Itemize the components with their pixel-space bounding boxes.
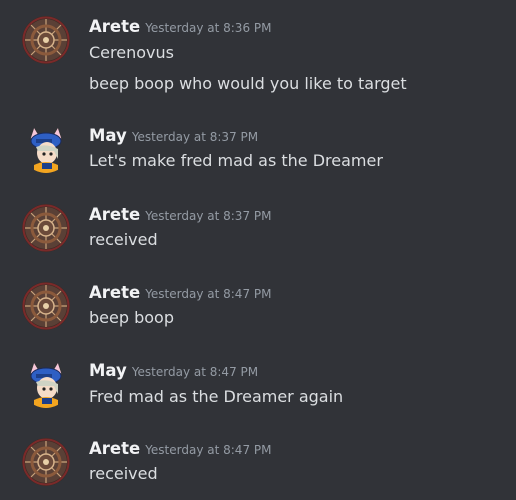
- message-header: May Yesterday at 8:37 PM: [89, 125, 258, 147]
- message-text: beep boop who would you like to target: [89, 74, 407, 93]
- author-name[interactable]: Arete: [89, 283, 140, 302]
- kaleidoscope-avatar[interactable]: [22, 438, 70, 486]
- anime-cat-girl-avatar[interactable]: [22, 125, 70, 173]
- message-timestamp[interactable]: Yesterday at 8:47 PM: [145, 287, 271, 301]
- message-text: received: [89, 464, 158, 483]
- author-name[interactable]: Arete: [89, 439, 140, 458]
- message-text: Cerenovus: [89, 43, 174, 62]
- anime-cat-girl-avatar[interactable]: [22, 360, 70, 408]
- author-name[interactable]: Arete: [89, 17, 140, 36]
- author-name[interactable]: May: [89, 361, 127, 380]
- message-timestamp[interactable]: Yesterday at 8:37 PM: [145, 209, 271, 223]
- message-timestamp[interactable]: Yesterday at 8:37 PM: [132, 130, 258, 144]
- message-header: Arete Yesterday at 8:36 PM: [89, 16, 271, 38]
- message-text: beep boop: [89, 308, 174, 327]
- message-header: Arete Yesterday at 8:47 PM: [89, 438, 271, 460]
- message-header: Arete Yesterday at 8:37 PM: [89, 204, 271, 226]
- chat-message-list: Arete Yesterday at 8:36 PM Cerenovus beep…: [0, 0, 516, 500]
- message-text: Fred mad as the Dreamer again: [89, 387, 344, 406]
- message-text: received: [89, 230, 158, 249]
- message-timestamp[interactable]: Yesterday at 8:47 PM: [132, 365, 258, 379]
- kaleidoscope-avatar[interactable]: [22, 282, 70, 330]
- author-name[interactable]: Arete: [89, 205, 140, 224]
- message-header: Arete Yesterday at 8:47 PM: [89, 282, 271, 304]
- kaleidoscope-avatar[interactable]: [22, 204, 70, 252]
- message-text: Let's make fred mad as the Dreamer: [89, 151, 383, 170]
- message-header: May Yesterday at 8:47 PM: [89, 360, 258, 382]
- message-timestamp[interactable]: Yesterday at 8:47 PM: [145, 443, 271, 457]
- author-name[interactable]: May: [89, 126, 127, 145]
- message-timestamp[interactable]: Yesterday at 8:36 PM: [145, 21, 271, 35]
- kaleidoscope-avatar[interactable]: [22, 16, 70, 64]
